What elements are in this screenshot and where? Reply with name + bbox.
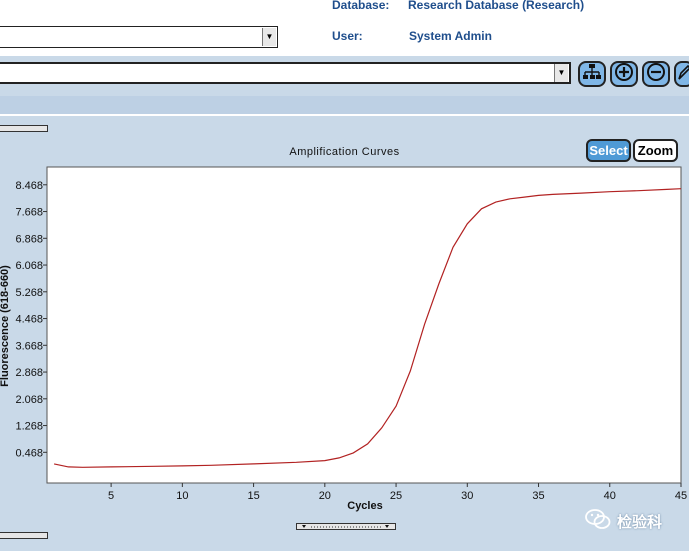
network-button[interactable] — [578, 61, 606, 87]
y-tick-label: 8.468 — [15, 180, 43, 192]
y-tick-label: 6.868 — [15, 233, 43, 245]
y-axis-title: Fluorescence (618-660) — [0, 265, 11, 387]
x-tick-label: 25 — [390, 490, 402, 502]
select-mode-button[interactable]: Select — [586, 139, 631, 162]
y-tick-label: 7.668 — [15, 207, 43, 219]
chevron-down-icon[interactable]: ▼ — [554, 64, 568, 82]
watermark-text: 检验科 — [617, 513, 663, 531]
panel-splitter-handle[interactable] — [0, 125, 48, 132]
user-label: User: — [332, 29, 363, 43]
zoom-in-icon — [614, 62, 634, 87]
network-icon — [582, 63, 602, 86]
amplification-chart[interactable]: 0.468 1.268 2.068 2.868 3.668 4.468 5.268 6.068… — [0, 160, 689, 520]
y-tick-label: 4.468 — [15, 314, 43, 326]
separator-band — [0, 96, 689, 116]
zoom-in-button[interactable] — [610, 61, 638, 87]
y-tick-label: 5.268 — [15, 287, 43, 299]
experiment-dropdown[interactable]: ▼ — [0, 62, 571, 84]
top-dropdown[interactable]: ▼ — [0, 26, 278, 48]
horizontal-resize-handle[interactable] — [296, 523, 396, 530]
x-tick-label: 45 — [675, 490, 687, 502]
x-tick-label: 15 — [247, 490, 259, 502]
x-tick-label: 30 — [461, 490, 473, 502]
x-tick-label: 10 — [176, 490, 188, 502]
x-tick-label: 20 — [319, 490, 331, 502]
x-tick-label: 35 — [532, 490, 544, 502]
header-bar: Database: Research Database (Research) U… — [0, 0, 689, 56]
edit-button[interactable] — [674, 61, 689, 87]
y-tick-label: 2.068 — [15, 394, 43, 406]
y-tick-label: 6.068 — [15, 260, 43, 272]
zoom-out-icon — [646, 62, 666, 87]
bottom-splitter-handle[interactable] — [0, 532, 48, 539]
y-tick-label: 0.468 — [15, 447, 43, 459]
x-axis-title: Cycles — [347, 500, 382, 512]
watermark: 检验科 — [585, 508, 662, 534]
chevron-down-icon[interactable]: ▼ — [262, 28, 276, 46]
pencil-icon — [677, 63, 689, 86]
database-label: Database: — [332, 0, 390, 12]
user-value: System Admin — [409, 29, 492, 43]
y-axis: 0.468 1.268 2.068 2.868 3.668 4.468 5.268 6.068… — [15, 180, 47, 459]
y-tick-label: 2.868 — [15, 367, 43, 379]
database-value: Research Database (Research) — [408, 0, 585, 12]
wechat-icon — [585, 508, 611, 534]
plot-area[interactable] — [46, 166, 682, 484]
y-tick-label: 3.668 — [15, 340, 43, 352]
zoom-out-button[interactable] — [642, 61, 670, 87]
x-axis: 5 10 15 20 25 30 35 40 45 — [108, 483, 687, 502]
y-tick-label: 1.268 — [15, 421, 43, 433]
x-tick-label: 5 — [108, 490, 114, 502]
x-tick-label: 40 — [604, 490, 616, 502]
zoom-mode-button[interactable]: Zoom — [633, 139, 678, 162]
